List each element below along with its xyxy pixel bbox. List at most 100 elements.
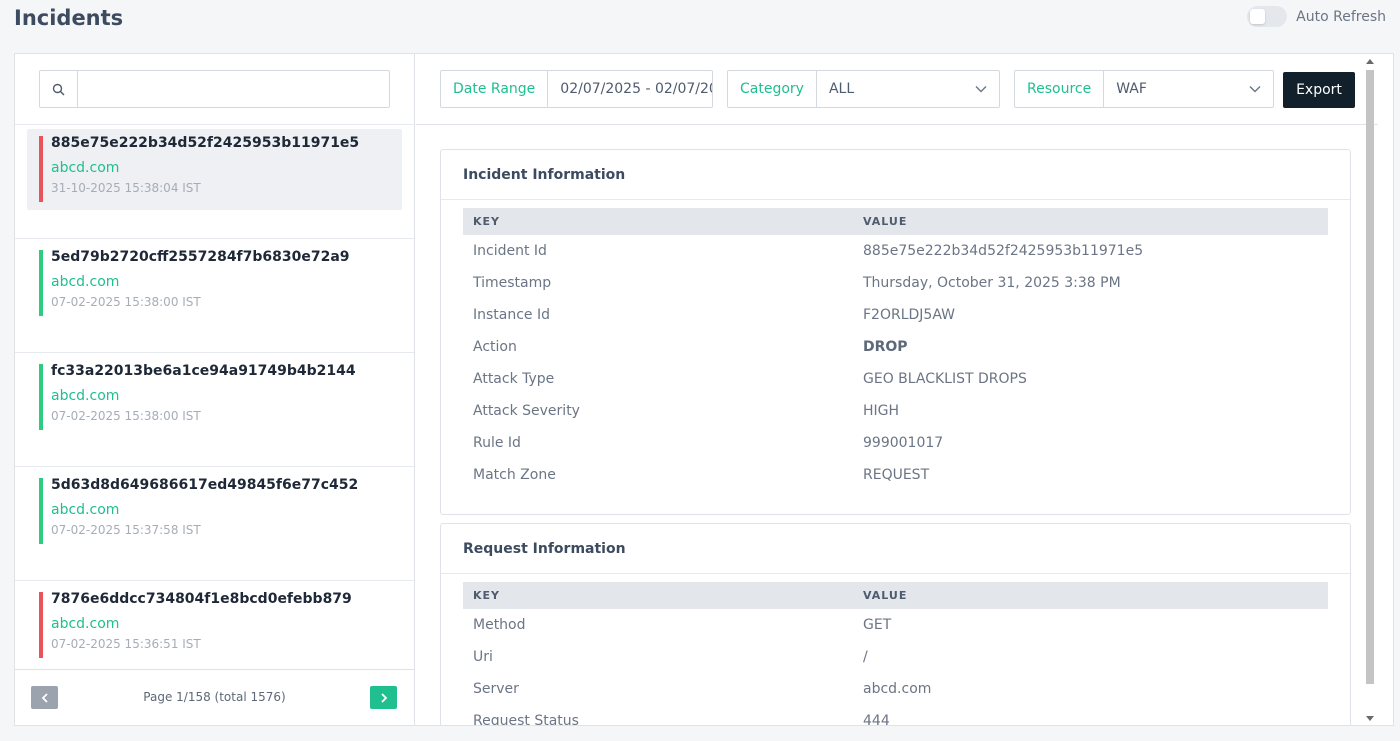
scroll-up-arrow-icon[interactable] (1366, 59, 1374, 64)
row-key: Timestamp (473, 275, 552, 291)
search-icon (40, 71, 78, 107)
incident-information-card: Incident Information KEY VALUE Incident … (440, 149, 1351, 515)
auto-refresh-toggle[interactable] (1247, 6, 1288, 27)
table-row: Instance Id F2ORLDJ5AW (463, 299, 1328, 331)
scroll-thumb[interactable] (1366, 70, 1374, 684)
incident-timestamp: 07-02-2025 15:37:58 IST (51, 523, 201, 537)
incident-id: fc33a22013be6a1ce94a91749b4b2144 (51, 363, 356, 379)
table-row: Uri / (463, 641, 1328, 673)
incident-id: 7876e6ddcc734804f1e8bcd0efebb879 (51, 591, 352, 607)
pagination: Page 1/158 (total 1576) (15, 669, 414, 725)
incident-info-table: KEY VALUE Incident Id 885e75e222b34d52f24… (463, 208, 1328, 491)
incident-timestamp: 31-10-2025 15:38:04 IST (51, 181, 201, 195)
row-key: Attack Type (473, 371, 555, 387)
category-filter[interactable]: Category ALL (727, 70, 1000, 108)
table-row: Attack Type GEO BLACKLIST DROPS (463, 363, 1328, 395)
detail-pane: Date Range 02/07/2025 - 02/07/2025 Categ… (416, 54, 1378, 725)
incident-list: 885e75e222b34d52f2425953b11971e5 abcd.com… (15, 125, 414, 669)
row-value: GET (863, 617, 892, 633)
table-row: Match Zone REQUEST (463, 459, 1328, 491)
export-button[interactable]: Export (1283, 72, 1355, 108)
row-key: Match Zone (473, 467, 556, 483)
row-key: Action (473, 339, 517, 355)
table-row: Server abcd.com (463, 673, 1328, 705)
date-range-input[interactable]: 02/07/2025 - 02/07/2025 (548, 71, 712, 107)
incident-timestamp: 07-02-2025 15:38:00 IST (51, 409, 201, 423)
resource-label: Resource (1015, 71, 1105, 107)
resource-filter[interactable]: Resource WAF (1014, 70, 1274, 108)
incident-list-item[interactable]: 7876e6ddcc734804f1e8bcd0efebb879 abcd.com… (15, 581, 414, 669)
incident-domain: abcd.com (51, 388, 120, 404)
next-page-button[interactable] (370, 686, 397, 709)
row-value: F2ORLDJ5AW (863, 307, 955, 323)
table-row: Action DROP (463, 331, 1328, 363)
category-select[interactable]: ALL (817, 71, 963, 107)
toggle-knob (1250, 9, 1266, 24)
key-header: KEY (473, 215, 501, 228)
incident-timestamp: 07-02-2025 15:36:51 IST (51, 637, 201, 651)
incident-list-item[interactable]: fc33a22013be6a1ce94a91749b4b2144 abcd.com… (15, 353, 414, 467)
search-box (39, 70, 390, 108)
scroll-down-arrow-icon[interactable] (1366, 716, 1374, 721)
card-title: Incident Information (441, 150, 1350, 200)
row-value: abcd.com (863, 681, 932, 697)
severity-bar (39, 478, 43, 544)
date-range-label: Date Range (441, 71, 549, 107)
chevron-right-icon (380, 692, 387, 703)
category-label: Category (728, 71, 817, 107)
row-value: 444 (863, 713, 890, 726)
table-header: KEY VALUE (463, 582, 1328, 609)
row-key: Rule Id (473, 435, 521, 451)
incident-id: 885e75e222b34d52f2425953b11971e5 (51, 135, 360, 151)
filter-bar: Date Range 02/07/2025 - 02/07/2025 Categ… (416, 54, 1378, 125)
row-value: DROP (863, 339, 908, 355)
value-header: VALUE (863, 215, 908, 228)
auto-refresh: Auto Refresh (1247, 6, 1386, 27)
row-key: Attack Severity (473, 403, 580, 419)
table-header: KEY VALUE (463, 208, 1328, 235)
chevron-down-icon (963, 71, 999, 107)
auto-refresh-label: Auto Refresh (1296, 8, 1386, 25)
row-key: Request Status (473, 713, 579, 726)
table-row: Request Status 444 (463, 705, 1328, 726)
incident-id: 5ed79b2720cff2557284f7b6830e72a9 (51, 249, 350, 265)
main-panel: 885e75e222b34d52f2425953b11971e5 abcd.com… (14, 53, 1394, 726)
page-title: Incidents (14, 6, 124, 30)
request-info-table: KEY VALUE Method GET Uri / Server abcd.com Req… (463, 582, 1328, 726)
severity-bar (39, 136, 43, 202)
row-key: Uri (473, 649, 493, 665)
row-value: Thursday, October 31, 2025 3:38 PM (863, 275, 1121, 291)
incident-list-pane: 885e75e222b34d52f2425953b11971e5 abcd.com… (15, 54, 415, 725)
card-title: Request Information (441, 524, 1350, 574)
search-input[interactable] (78, 71, 389, 107)
row-key: Instance Id (473, 307, 551, 323)
row-value: / (863, 649, 868, 665)
row-key: Method (473, 617, 526, 633)
table-row: Rule Id 999001017 (463, 427, 1328, 459)
row-value: GEO BLACKLIST DROPS (863, 371, 1027, 387)
incident-domain: abcd.com (51, 160, 120, 176)
scrollbar[interactable] (1364, 54, 1376, 725)
incident-list-item[interactable]: 885e75e222b34d52f2425953b11971e5 abcd.com… (15, 125, 414, 239)
severity-bar (39, 592, 43, 658)
row-value: REQUEST (863, 467, 930, 483)
table-row: Method GET (463, 609, 1328, 641)
severity-bar (39, 250, 43, 316)
row-key: Incident Id (473, 243, 547, 259)
request-information-card: Request Information KEY VALUE Method GET U… (440, 523, 1351, 726)
date-range-filter[interactable]: Date Range 02/07/2025 - 02/07/2025 (440, 70, 713, 108)
table-row: Incident Id 885e75e222b34d52f2425953b1197… (463, 235, 1328, 267)
severity-bar (39, 364, 43, 430)
value-header: VALUE (863, 589, 908, 602)
incident-list-item[interactable]: 5ed79b2720cff2557284f7b6830e72a9 abcd.com… (15, 239, 414, 353)
incident-id: 5d63d8d649686617ed49845f6e77c452 (51, 477, 359, 493)
row-value: 885e75e222b34d52f2425953b11971e5 (863, 243, 1144, 259)
resource-select[interactable]: WAF (1104, 71, 1237, 107)
incident-list-item[interactable]: 5d63d8d649686617ed49845f6e77c452 abcd.com… (15, 467, 414, 581)
key-header: KEY (473, 589, 501, 602)
table-row: Timestamp Thursday, October 31, 2025 3:38… (463, 267, 1328, 299)
incident-domain: abcd.com (51, 616, 120, 632)
incident-timestamp: 07-02-2025 15:38:00 IST (51, 295, 201, 309)
row-value: HIGH (863, 403, 900, 419)
incident-domain: abcd.com (51, 274, 120, 290)
